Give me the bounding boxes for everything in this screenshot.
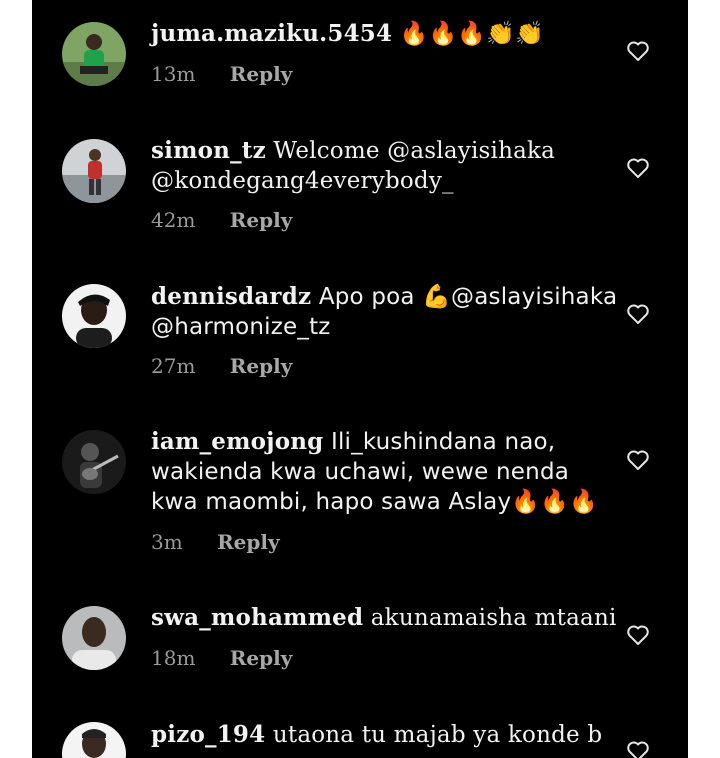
comment-username[interactable]: iam_emojong <box>151 428 323 455</box>
heart-outline-icon[interactable] <box>626 740 650 758</box>
heart-outline-icon[interactable] <box>626 624 650 646</box>
comment-text: juma.maziku.5454 🔥🔥🔥👏👏 <box>151 19 621 49</box>
comment-text: simon_tz Welcome @aslayisihaka @kondegan… <box>151 136 621 196</box>
avatar[interactable] <box>62 22 126 86</box>
comment-body: akunamaisha mtaani <box>370 605 617 631</box>
comment-text: iam_emojong Ili_kushindana nao, wakienda… <box>151 427 621 517</box>
comment-username[interactable]: swa_mohammed <box>151 604 363 631</box>
comment-text: swa_mohammed akunamaisha mtaani <box>151 603 621 633</box>
comment-meta: 18m Reply <box>151 646 292 674</box>
comment-text: pizo_194 utaona tu majab ya konde b <box>151 720 621 750</box>
heart-outline-icon[interactable] <box>626 157 650 179</box>
reply-button[interactable]: Reply <box>230 208 293 232</box>
comment-time: 42m <box>151 208 196 232</box>
comment-username[interactable]: simon_tz <box>151 137 266 164</box>
avatar[interactable] <box>62 139 126 203</box>
comment-time: 18m <box>151 646 196 670</box>
comment-meta: 13m Reply <box>151 62 292 90</box>
comment-username[interactable]: dennisdardz <box>151 283 311 310</box>
comment-time: 27m <box>151 354 196 378</box>
comment-username[interactable]: pizo_194 <box>151 721 265 748</box>
reply-button[interactable]: Reply <box>230 646 293 670</box>
heart-outline-icon[interactable] <box>626 40 650 62</box>
comment-text: dennisdardz Apo poa 💪@aslayisihaka @harm… <box>151 282 621 342</box>
reply-button[interactable]: Reply <box>217 530 280 554</box>
avatar[interactable] <box>62 430 126 494</box>
comment-username[interactable]: juma.maziku.5454 <box>151 20 392 47</box>
reply-button[interactable]: Reply <box>230 62 293 86</box>
heart-outline-icon[interactable] <box>626 449 650 471</box>
comment-meta: 42m Reply <box>151 208 292 236</box>
comment-meta: 3m Reply <box>151 530 280 558</box>
avatar[interactable] <box>62 722 126 758</box>
comment-body: 🔥🔥🔥👏👏 <box>399 21 544 47</box>
heart-outline-icon[interactable] <box>626 303 650 325</box>
comment-time: 13m <box>151 62 196 86</box>
comment-time: 3m <box>151 530 183 554</box>
reply-button[interactable]: Reply <box>230 354 293 378</box>
avatar[interactable] <box>62 606 126 670</box>
comment-body: utaona tu majab ya konde b <box>272 722 603 748</box>
comment-meta: 27m Reply <box>151 354 292 382</box>
comments-panel: juma.maziku.5454 🔥🔥🔥👏👏 13m Reply simon_t… <box>32 0 688 758</box>
avatar[interactable] <box>62 284 126 348</box>
